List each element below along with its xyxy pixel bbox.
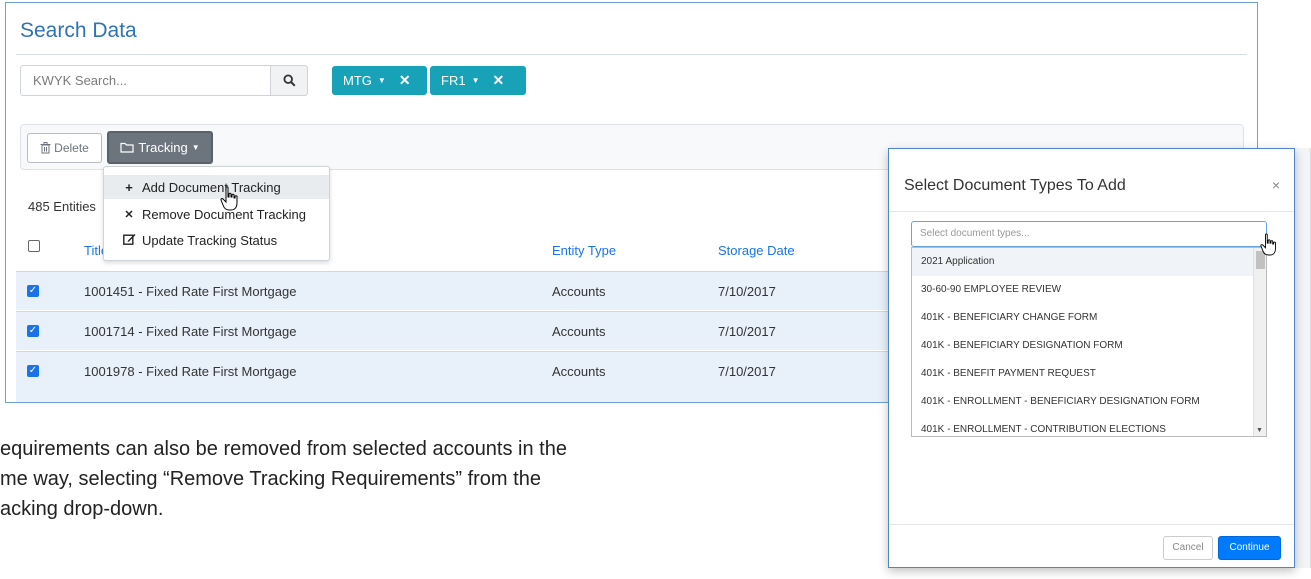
page-title: Search Data xyxy=(20,19,137,42)
caret-down-icon: ▼ xyxy=(377,76,386,85)
filter-chip-fr1[interactable]: FR1 ▼ ✕ xyxy=(430,66,526,95)
menu-item-label: Update Tracking Status xyxy=(142,232,278,248)
row-checkbox[interactable]: ✓ xyxy=(27,365,39,377)
modal-footer-divider xyxy=(889,524,1294,525)
caption-line: me way, selecting “Remove Tracking Requi… xyxy=(0,468,541,490)
list-item[interactable]: 401K - BENEFICIARY DESIGNATION FORM xyxy=(912,332,1255,360)
entity-count: 485 Entities xyxy=(28,199,96,214)
search-icon xyxy=(282,74,296,87)
menu-item-add-document-tracking[interactable]: + Add Document Tracking xyxy=(104,175,329,199)
times-icon: ✕ xyxy=(124,208,134,221)
delete-label: Delete xyxy=(54,141,89,155)
caption-line: acking drop-down. xyxy=(0,498,164,520)
column-header-entity-type[interactable]: Entity Type xyxy=(552,243,616,258)
remove-filter-icon[interactable]: ✕ xyxy=(399,72,411,89)
list-item[interactable]: 30-60-90 EMPLOYEE REVIEW xyxy=(912,276,1255,304)
cell-entity-type: Accounts xyxy=(552,364,606,379)
cell-title: 1001714 - Fixed Rate First Mortgage xyxy=(84,324,297,339)
tracking-menu: + Add Document Tracking ✕ Remove Documen… xyxy=(103,166,330,261)
instruction-caption: equirements can also be removed from sel… xyxy=(0,434,567,524)
modal-title: Select Document Types To Add xyxy=(904,177,1126,194)
menu-item-label: Add Document Tracking xyxy=(142,179,281,195)
cell-storage-date: 7/10/2017 xyxy=(718,364,776,379)
list-item[interactable]: 401K - ENROLLMENT - BENEFICIARY DESIGNAT… xyxy=(912,388,1255,416)
modal-header-divider xyxy=(889,211,1294,212)
hand-cursor-icon xyxy=(1260,233,1276,256)
document-types-select[interactable]: Select document types... xyxy=(911,221,1267,247)
search-input[interactable] xyxy=(20,65,273,96)
tracking-label: Tracking xyxy=(138,140,188,155)
close-icon[interactable]: × xyxy=(1272,177,1280,193)
list-item[interactable]: 2021 Application xyxy=(912,248,1255,276)
continue-button[interactable]: Continue xyxy=(1218,536,1281,560)
background-grid-strip xyxy=(1295,148,1311,568)
title-divider xyxy=(16,54,1247,55)
filter-chip-mtg[interactable]: MTG ▼ ✕ xyxy=(332,66,427,95)
cell-title: 1001978 - Fixed Rate First Mortgage xyxy=(84,364,297,379)
select-all-checkbox[interactable] xyxy=(28,240,40,252)
delete-button[interactable]: Delete xyxy=(27,133,102,163)
cancel-button[interactable]: Cancel xyxy=(1163,536,1213,560)
cell-title: 1001451 - Fixed Rate First Mortgage xyxy=(84,284,297,299)
edit-icon xyxy=(121,233,137,248)
listbox-scrollbar[interactable]: ▼ xyxy=(1253,248,1266,436)
folder-icon xyxy=(120,142,134,153)
column-header-storage-date[interactable]: Storage Date xyxy=(718,243,795,258)
cell-entity-type: Accounts xyxy=(552,284,606,299)
scroll-down-arrow-icon[interactable]: ▼ xyxy=(1256,427,1263,434)
list-item[interactable]: 401K - BENEFICIARY CHANGE FORM xyxy=(912,304,1255,332)
filter-chip-label: MTG xyxy=(343,73,372,88)
hand-cursor-icon xyxy=(220,186,238,211)
remove-filter-icon[interactable]: ✕ xyxy=(492,72,504,89)
cell-storage-date: 7/10/2017 xyxy=(718,324,776,339)
document-types-listbox: 2021 Application 30-60-90 EMPLOYEE REVIE… xyxy=(911,247,1267,437)
row-checkbox[interactable]: ✓ xyxy=(27,285,39,297)
select-document-types-modal: Select Document Types To Add × Select do… xyxy=(888,148,1295,568)
caret-down-icon: ▼ xyxy=(471,76,480,85)
caption-line: equirements can also be removed from sel… xyxy=(0,438,567,460)
caret-down-icon: ▼ xyxy=(191,143,200,152)
plus-icon: + xyxy=(125,179,133,195)
row-checkbox[interactable]: ✓ xyxy=(27,325,39,337)
list-item[interactable]: 401K - BENEFIT PAYMENT REQUEST xyxy=(912,360,1255,388)
list-item[interactable]: 401K - ENROLLMENT - CONTRIBUTION ELECTIO… xyxy=(912,416,1255,436)
cell-entity-type: Accounts xyxy=(552,324,606,339)
menu-item-remove-document-tracking[interactable]: ✕ Remove Document Tracking xyxy=(104,202,329,226)
tracking-dropdown-button[interactable]: Tracking ▼ xyxy=(107,131,213,164)
menu-item-update-tracking-status[interactable]: Update Tracking Status xyxy=(104,228,329,252)
trash-icon xyxy=(40,142,51,154)
cell-storage-date: 7/10/2017 xyxy=(718,284,776,299)
search-button[interactable] xyxy=(270,65,308,96)
filter-chip-label: FR1 xyxy=(441,73,466,88)
